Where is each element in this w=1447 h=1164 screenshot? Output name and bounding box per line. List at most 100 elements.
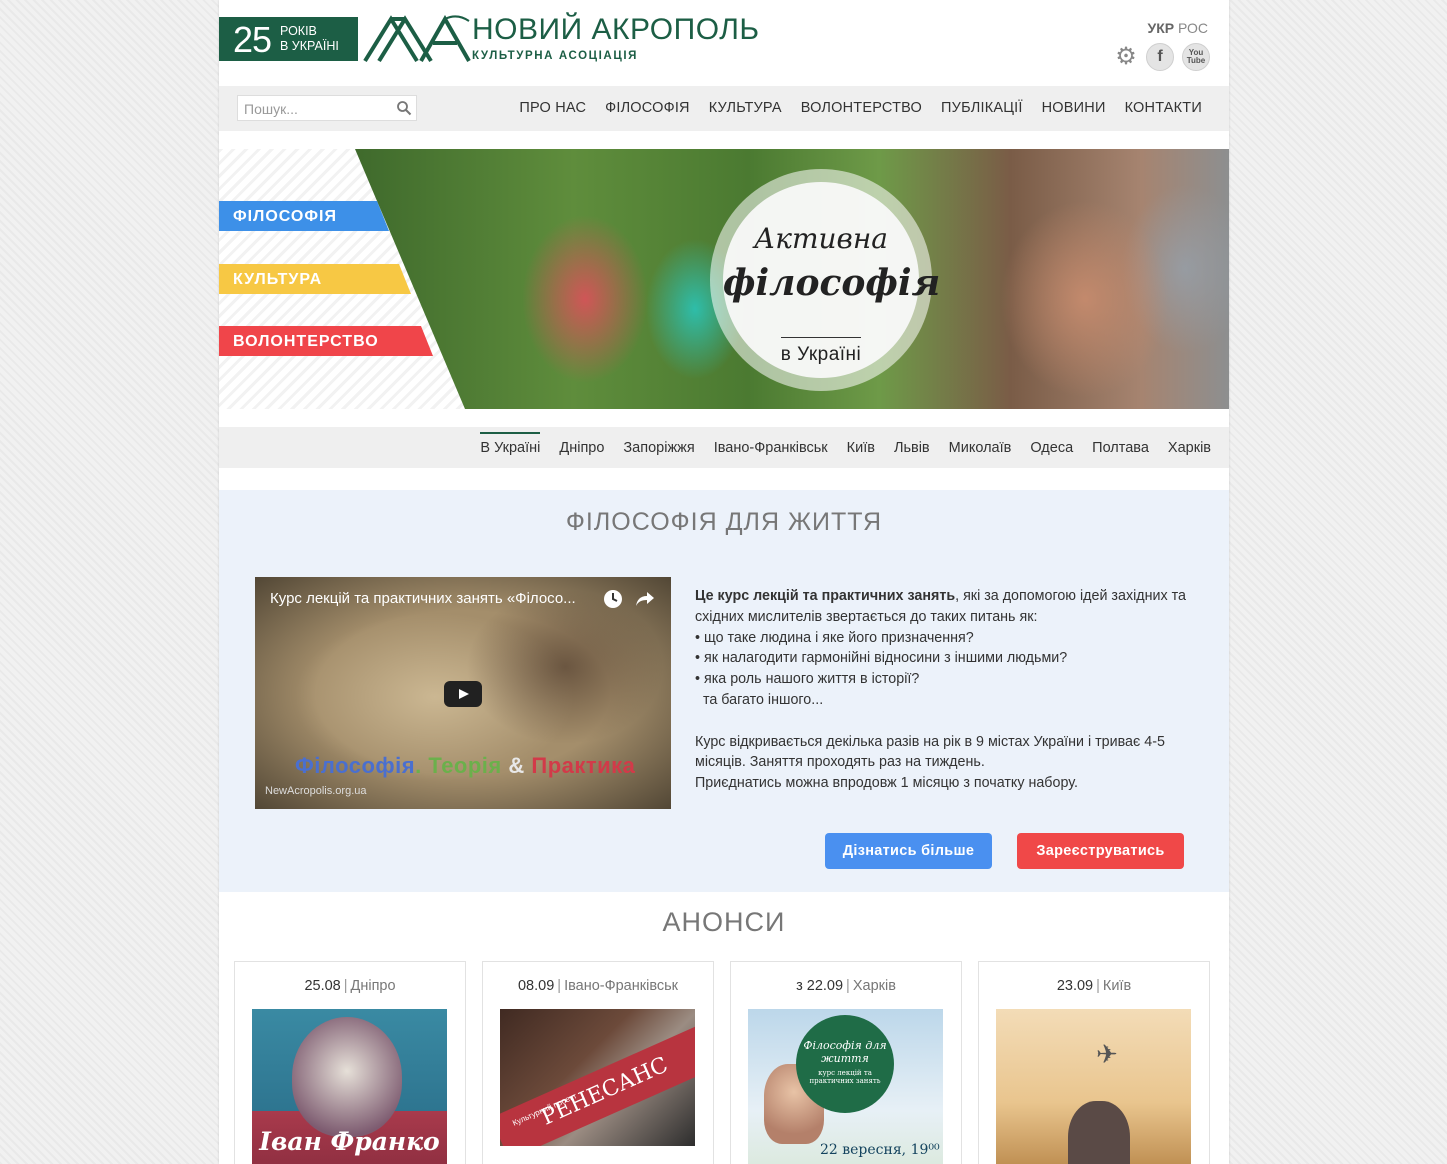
portrait-illustration (292, 1017, 402, 1137)
video-player[interactable]: Курс лекцій та практичних занять «Філосо… (255, 577, 671, 809)
video-title[interactable]: Курс лекцій та практичних занять «Філосо… (270, 590, 576, 607)
site-header: 25 РОКІВ В УКРАЇНІ НОВИЙ АКРОПОЛЬ КУЛЬТУ… (219, 0, 1229, 86)
learn-more-button[interactable]: Дізнатись більше (825, 833, 992, 869)
caption-part-c: Теорія (421, 753, 509, 778)
clock-icon[interactable] (603, 589, 623, 609)
caption-part-d: & (508, 753, 525, 778)
search-icon[interactable] (396, 100, 412, 116)
menu-news[interactable]: НОВИНИ (1042, 100, 1106, 116)
more-line-text: та багато іншого... (695, 691, 824, 708)
menu-about[interactable]: ПРО НАС (519, 100, 586, 116)
card-city[interactable]: Івано-Франківськ (564, 978, 678, 994)
tab-city-dnipro[interactable]: Дніпро (559, 440, 604, 456)
gear-icon[interactable]: ⚙ (1114, 45, 1138, 69)
main-navbar: Пошук... ПРО НАС ФІЛОСОФІЯ КУЛЬТУРА ВОЛО… (219, 86, 1229, 131)
card-date: 08.09 (517, 978, 555, 994)
search-input[interactable]: Пошук... (237, 95, 417, 121)
tab-city-ukraine[interactable]: В Україні (480, 431, 541, 456)
tab-city-ivano-frankivsk[interactable]: Івано-Франківськ (714, 440, 828, 456)
card-header: з 22.09 | Харків (731, 978, 961, 994)
tab-city-odesa[interactable]: Одеса (1030, 440, 1073, 456)
intro-paragraph: Це курс лекцій та практичних занять, які… (695, 586, 1215, 628)
card-separator: | (557, 978, 562, 994)
bullet-3: • яка роль нашого життя в історії? (695, 671, 920, 688)
child-illustration (1068, 1101, 1130, 1164)
lang-ros[interactable]: РОС (1178, 20, 1208, 36)
bullet-1: • що таке людина і яке його призначення? (695, 629, 974, 646)
youtube-icon[interactable]: You Tube (1182, 43, 1210, 71)
menu-contacts[interactable]: КОНТАКТИ (1125, 100, 1202, 116)
caption-part-b: . (415, 753, 422, 778)
badge-line1: РОКІВ (280, 24, 317, 38)
card-separator: | (846, 978, 850, 994)
card-separator: | (343, 978, 348, 994)
more-line: та багато іншого... (695, 690, 1215, 711)
announcements-title: АНОНСИ (662, 907, 786, 937)
tab-city-poltava[interactable]: Полтава (1092, 440, 1149, 456)
card-image[interactable]: Іван Франко (252, 1009, 447, 1164)
philosophy-section: ФІЛОСОФІЯ ДЛЯ ЖИТТЯ Курс лекцій та практ… (219, 490, 1229, 892)
course-description: Це курс лекцій та практичних занять, які… (695, 586, 1215, 794)
video-caption: Філософія. Теорія & Практика (295, 753, 635, 779)
register-button[interactable]: Зареєструватись (1017, 833, 1184, 869)
facebook-icon[interactable]: f (1146, 43, 1174, 71)
announcement-card[interactable]: 08.09 | Івано-Франківськ РЕНЕСАНС Культурн… (482, 961, 714, 1164)
play-button[interactable] (444, 681, 482, 707)
banner-tag-volunteer[interactable]: ВОЛОНТЕРСТВО (219, 326, 433, 356)
schedule-paragraph: Курс відкривається декілька разів на рік… (695, 733, 1165, 771)
anniversary-badge: 25 РОКІВ В УКРАЇНІ (219, 17, 358, 61)
join-paragraph: Приєднатись можна впродовж 1 місяцю з по… (695, 775, 1078, 792)
emblem-title: Філософія для життя (803, 1039, 887, 1065)
caption-part-a: Філософія (295, 753, 416, 778)
logo-subtitle: КУЛЬТУРНА АСОЦІАЦІЯ (472, 50, 638, 62)
announcement-card[interactable]: 23.09 | Київ ✈ (978, 961, 1210, 1164)
tab-city-mykolaiv[interactable]: Миколаїв (949, 440, 1012, 456)
logo-title[interactable]: НОВИЙ АКРОПОЛЬ (472, 13, 760, 47)
card-image-date: 22 вересня, 19⁰⁰ (820, 1142, 940, 1158)
announcement-card[interactable]: 25.08 | Дніпро Іван Франко (234, 961, 466, 1164)
tab-city-kharkiv[interactable]: Харків (1168, 440, 1211, 456)
page: 25 РОКІВ В УКРАЇНІ НОВИЙ АКРОПОЛЬ КУЛЬТУ… (219, 0, 1229, 1164)
video-watermark: NewAcropolis.org.ua (265, 785, 367, 797)
card-image[interactable]: ✈ (996, 1009, 1191, 1164)
menu-publications[interactable]: ПУБЛІКАЦІЇ (941, 100, 1023, 116)
card-image[interactable]: РЕНЕСАНС Культурний проект (500, 1009, 695, 1146)
youtube-line2: Tube (1186, 56, 1206, 65)
banner-seal: Активна філософія в Україні (710, 169, 940, 391)
emblem-subtitle: курс лекцій та практичних занять (809, 1069, 881, 1085)
hero-banner[interactable]: ФІЛОСОФІЯ КУЛЬТУРА ВОЛОНТЕРСТВО Активна … (219, 149, 1229, 409)
card-date: 23.09 (1056, 978, 1094, 994)
seal-line1: Активна (754, 222, 888, 255)
tab-city-kyiv[interactable]: Київ (847, 440, 875, 456)
badge-text: РОКІВ В УКРАЇНІ (280, 24, 339, 54)
card-city[interactable]: Харків (853, 978, 896, 994)
main-menu: ПРО НАС ФІЛОСОФІЯ КУЛЬТУРА ВОЛОНТЕРСТВО … (519, 100, 1202, 116)
city-tabs: В Україні Дніпро Запоріжжя Івано-Франків… (219, 427, 1229, 468)
tab-city-zaporizhzhia[interactable]: Запоріжжя (623, 440, 694, 456)
menu-volunteer[interactable]: ВОЛОНТЕРСТВО (801, 100, 922, 116)
card-image-text: РЕНЕСАНС (500, 1024, 695, 1146)
card-image[interactable]: Філософія для життя курс лекцій та практ… (748, 1009, 943, 1164)
announcement-card[interactable]: з 22.09 | Харків Філософія для життя курс … (730, 961, 962, 1164)
bullet-2: • як налагодити гармонійні відносини з і… (695, 650, 1068, 667)
seal-inner: Активна філософія в Україні (723, 182, 940, 378)
menu-philosophy[interactable]: ФІЛОСОФІЯ (605, 100, 690, 116)
badge-number: 25 (233, 19, 272, 60)
card-city[interactable]: Київ (1103, 978, 1131, 994)
seal-divider (781, 337, 861, 338)
banner-tag-philosophy[interactable]: ФІЛОСОФІЯ (219, 201, 389, 231)
menu-culture[interactable]: КУЛЬТУРА (709, 100, 782, 116)
banner-tag-culture[interactable]: КУЛЬТУРА (219, 264, 411, 294)
seal-line3: в Україні (780, 344, 862, 365)
tab-city-lviv[interactable]: Львів (894, 440, 930, 456)
facebook-glyph: f (1157, 48, 1163, 65)
caption-part-e: Практика (524, 753, 636, 778)
share-icon[interactable] (635, 589, 655, 609)
lang-ukr[interactable]: УКР (1147, 20, 1174, 36)
card-separator: | (1096, 978, 1100, 994)
card-city[interactable]: Дніпро (351, 978, 396, 994)
logo-icon[interactable] (361, 15, 471, 63)
course-emblem: Філософія для життя курс лекцій та практ… (796, 1015, 894, 1113)
card-date: з 22.09 (796, 978, 844, 994)
